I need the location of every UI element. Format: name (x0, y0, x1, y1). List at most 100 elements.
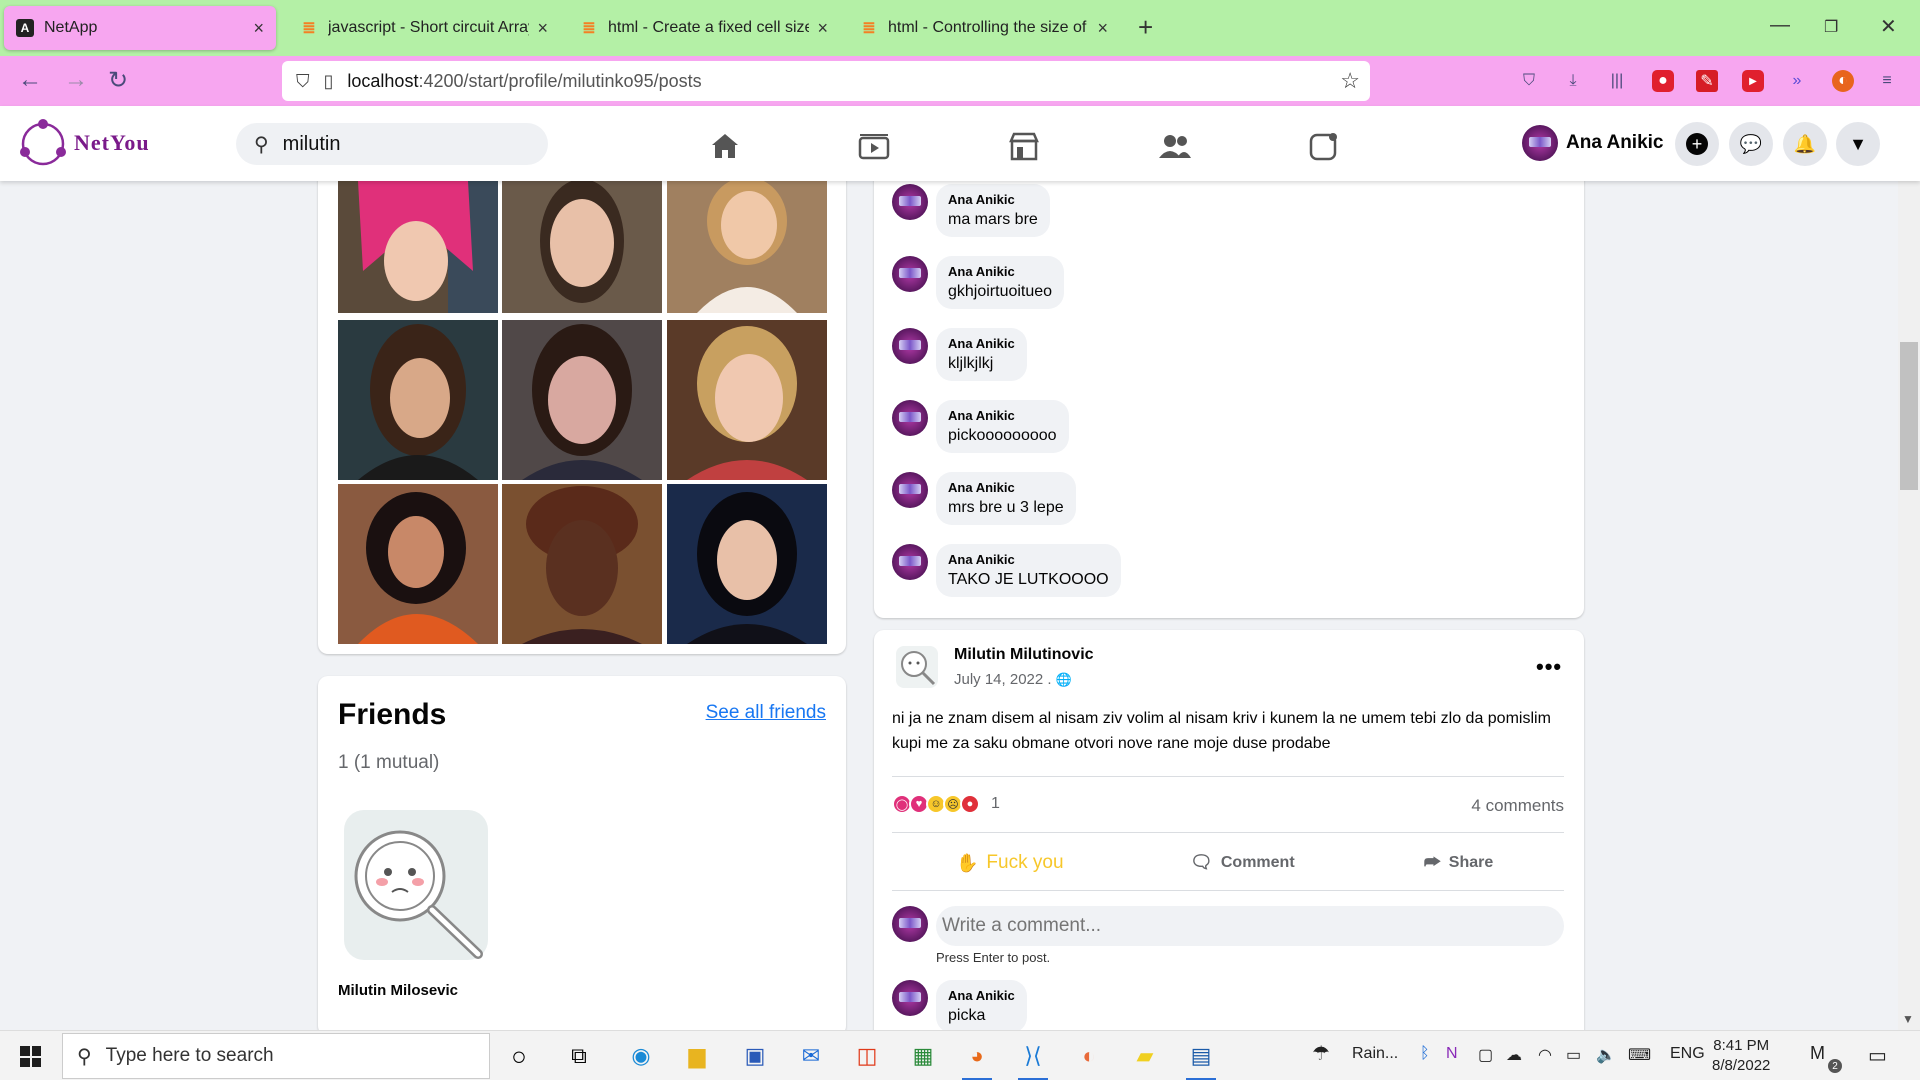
new-tab-button[interactable]: + (1138, 12, 1153, 43)
avatar[interactable] (892, 400, 928, 436)
avatar[interactable] (892, 544, 928, 580)
edge-icon[interactable]: ◉ (624, 1039, 658, 1073)
menu-icon[interactable]: ≡ (1876, 70, 1898, 92)
post-author[interactable]: Milutin Milutinovic (954, 646, 1094, 664)
forward-extension-icon[interactable]: » (1786, 70, 1808, 92)
app-logo[interactable]: NetYou (18, 118, 150, 168)
reload-button[interactable]: ↻ (108, 66, 128, 95)
system-clock[interactable]: 8:41 PM 8/8/2022 (1712, 1036, 1770, 1076)
photo-thumbnail[interactable] (338, 484, 498, 644)
cortana-icon[interactable]: ○ (502, 1039, 536, 1073)
tab-stackoverflow-3[interactable]: ≣ html - Controlling the size of an × (848, 6, 1120, 50)
comment-author[interactable]: Ana Anikic (948, 408, 1057, 423)
office-icon[interactable]: ◫ (850, 1039, 884, 1073)
address-bar[interactable]: ⛉ ▯ localhost :4200/start/profile/miluti… (282, 61, 1370, 101)
vscode-icon[interactable]: ⟩⟨ (1016, 1039, 1050, 1080)
friends-icon[interactable] (1157, 128, 1193, 164)
spreadsheet-app-icon[interactable]: ▦ (906, 1039, 940, 1073)
avatar[interactable] (892, 472, 928, 508)
home-icon[interactable] (707, 128, 743, 164)
avatar[interactable] (892, 906, 928, 942)
keyboard-icon[interactable]: ⌨ (1628, 1045, 1651, 1065)
pocket-icon[interactable]: ⛉ (1518, 70, 1540, 92)
groups-icon[interactable] (1306, 128, 1342, 164)
restore-button[interactable]: ❐ (1824, 17, 1838, 37)
photo-thumbnail[interactable] (338, 181, 498, 313)
page-icon[interactable]: ▯ (324, 71, 334, 92)
bluetooth-icon[interactable]: ᛒ (1420, 1045, 1430, 1063)
file-explorer-icon[interactable]: ▆ (680, 1039, 714, 1073)
search-input[interactable]: ⚲ milutin (236, 123, 548, 165)
tab-netapp[interactable]: A NetApp × (4, 6, 276, 50)
notifications-button[interactable]: 🔔 (1783, 122, 1827, 166)
pdf-extension-icon[interactable]: ✎ (1696, 70, 1718, 92)
library-icon[interactable]: ||| (1606, 70, 1628, 92)
comment-author[interactable]: Ana Anikic (948, 552, 1109, 567)
taskbar-search-input[interactable]: ⚲ Type here to search (62, 1033, 490, 1079)
profile-chip[interactable]: Ana Anikic (1522, 125, 1664, 161)
back-button[interactable]: ← (18, 66, 42, 94)
onedrive-icon[interactable]: ☁ (1506, 1045, 1522, 1065)
photo-thumbnail[interactable] (502, 484, 662, 644)
account-menu-button[interactable]: ▼ (1836, 122, 1880, 166)
youtube-extension-icon[interactable]: ▶ (1742, 70, 1764, 92)
photo-thumbnail[interactable] (667, 181, 827, 313)
task-view-icon[interactable]: ⧉ (562, 1039, 596, 1073)
close-icon[interactable]: × (817, 18, 828, 39)
windows-start-icon[interactable] (20, 1046, 41, 1067)
photo-thumbnail[interactable] (502, 181, 662, 313)
language-indicator[interactable]: ENG (1670, 1045, 1705, 1063)
post-author-avatar-icon[interactable] (894, 644, 940, 690)
like-button[interactable]: ✋ Fuck you (956, 852, 1064, 874)
create-button[interactable]: + (1675, 122, 1719, 166)
visual-studio-icon[interactable]: ▤ (1184, 1039, 1218, 1080)
volume-icon[interactable]: 🔈 (1596, 1045, 1616, 1065)
close-icon[interactable]: × (537, 18, 548, 39)
forward-button[interactable]: → (64, 66, 88, 94)
avatar[interactable] (892, 980, 928, 1016)
comment-author[interactable]: Ana Anikic (948, 480, 1064, 495)
watch-icon[interactable] (856, 128, 892, 164)
duckduckgo-icon[interactable]: ◐ (1832, 70, 1854, 92)
store-icon[interactable]: ▣ (738, 1039, 772, 1073)
close-icon[interactable]: × (1097, 18, 1108, 39)
mail-icon[interactable]: ✉ (794, 1039, 828, 1073)
post-options-button[interactable]: ••• (1536, 654, 1562, 680)
photo-thumbnail[interactable] (502, 320, 662, 480)
comment-button[interactable]: 🗨 Comment (1190, 852, 1295, 873)
photo-thumbnail[interactable] (667, 320, 827, 480)
friend-name[interactable]: Milutin Milosevic (338, 982, 458, 999)
friend-avatar-placeholder-icon[interactable] (338, 806, 490, 968)
tab-stackoverflow-2[interactable]: ≣ html - Create a fixed cell size g × (568, 6, 840, 50)
marketplace-icon[interactable] (1006, 128, 1042, 164)
sticky-notes-icon[interactable]: ▰ (1128, 1039, 1162, 1073)
onenote-icon[interactable]: N (1446, 1045, 1458, 1063)
weather-text[interactable]: Rain... (1352, 1045, 1398, 1063)
photo-thumbnail[interactable] (667, 484, 827, 644)
weather-icon[interactable]: ☂ (1312, 1041, 1330, 1066)
comment-input[interactable] (936, 906, 1564, 946)
avatar[interactable] (892, 256, 928, 292)
avatar[interactable] (892, 328, 928, 364)
meet-now-icon[interactable]: ▢ (1478, 1045, 1493, 1065)
see-all-friends-link[interactable]: See all friends (706, 702, 826, 724)
shield-icon[interactable]: ⛉ (296, 71, 310, 92)
comment-author[interactable]: Ana Anikic (948, 192, 1038, 207)
ublock-icon[interactable]: ● (1652, 70, 1674, 92)
minimize-button[interactable]: — (1770, 14, 1790, 37)
widgets-icon[interactable]: M (1810, 1043, 1825, 1064)
tab-stackoverflow-1[interactable]: ≣ javascript - Short circuit Array.fo × (288, 6, 560, 50)
scroll-down-arrow-icon[interactable]: ▼ (1902, 1012, 1914, 1026)
wifi-icon[interactable]: ◠ (1538, 1045, 1552, 1065)
messenger-button[interactable]: 💬 (1729, 122, 1773, 166)
battery-icon[interactable]: ▭ (1566, 1045, 1581, 1065)
comment-author[interactable]: Ana Anikic (948, 264, 1052, 279)
page-scrollbar[interactable] (1898, 106, 1920, 1030)
bookmark-star-icon[interactable]: ☆ (1340, 68, 1360, 94)
firefox-icon[interactable]: ◕ (960, 1039, 994, 1080)
share-button[interactable]: ⮫ Share (1424, 852, 1493, 873)
action-center-icon[interactable]: ▭ (1868, 1043, 1887, 1068)
avatar[interactable] (892, 184, 928, 220)
download-icon[interactable]: ⤓ (1562, 70, 1584, 92)
photo-thumbnail[interactable] (338, 320, 498, 480)
